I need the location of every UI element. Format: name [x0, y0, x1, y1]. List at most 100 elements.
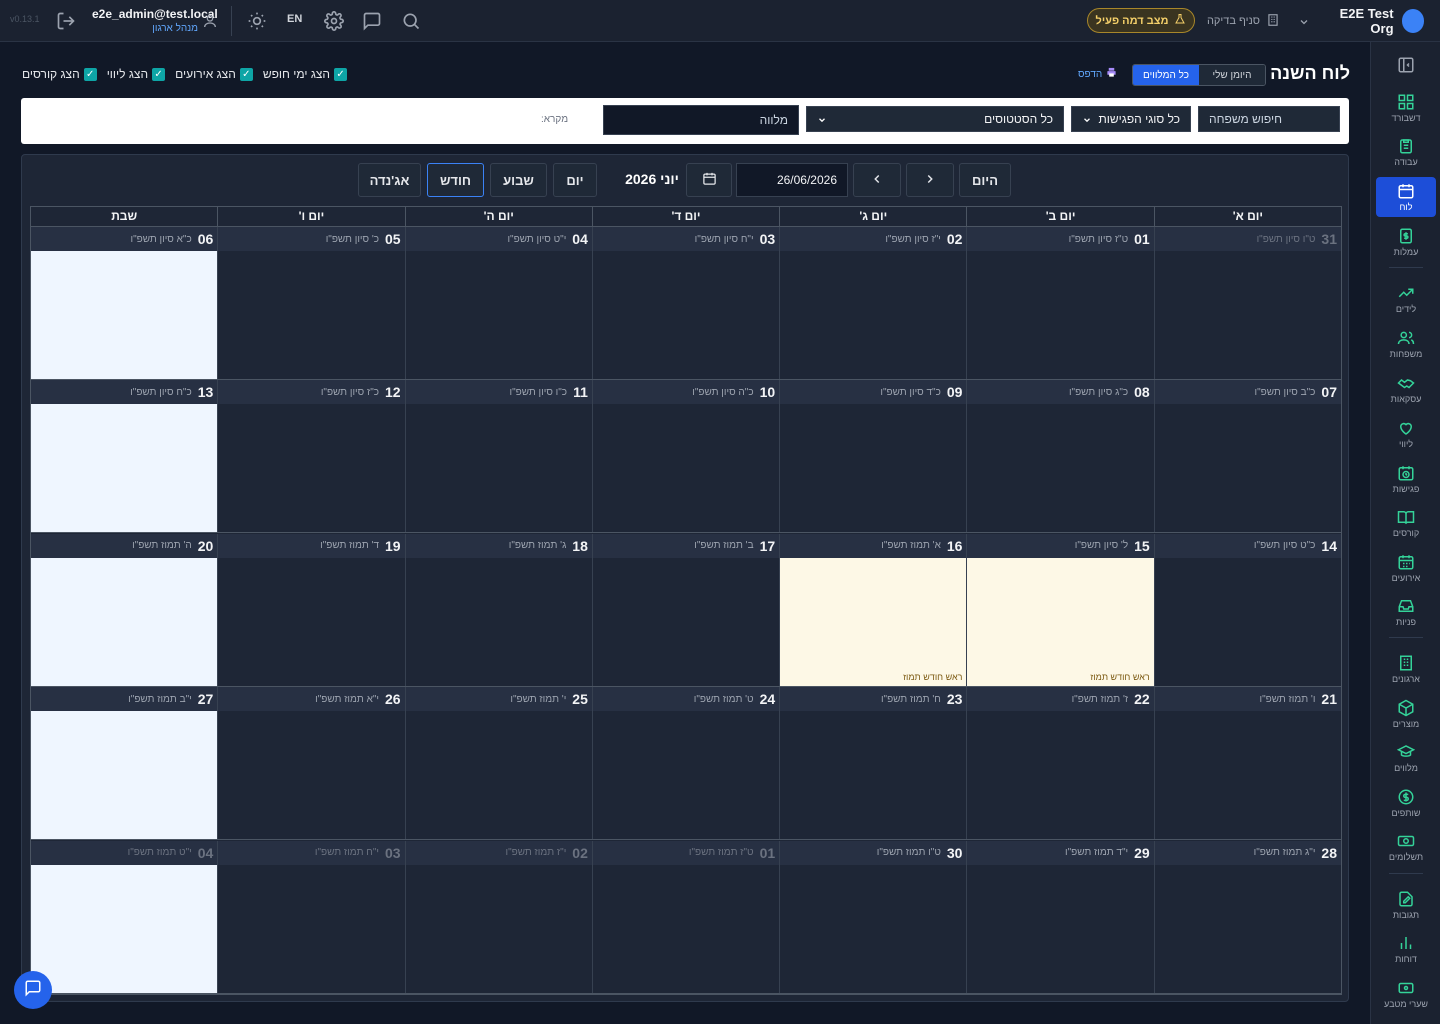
day-cell[interactable]: 22 ז' תמוז תשפ"ו: [966, 687, 1154, 840]
day-number[interactable]: 17: [760, 538, 776, 554]
day-cell-body[interactable]: [218, 251, 404, 379]
date-input[interactable]: 26/06/2026: [736, 163, 848, 197]
day-number[interactable]: 18: [572, 538, 588, 554]
day-cell-body[interactable]: ראש חודש תמוז: [967, 557, 1154, 686]
day-number[interactable]: 01: [1134, 231, 1150, 247]
search-icon[interactable]: [401, 11, 421, 31]
sidebar-item-19[interactable]: שערי מטבע: [1376, 974, 1436, 1014]
day-number[interactable]: 24: [760, 691, 776, 707]
settings-icon[interactable]: [324, 11, 344, 31]
day-number[interactable]: 07: [1321, 384, 1337, 400]
day-cell[interactable]: 31 ט"ו סיון תשפ"ו: [1153, 227, 1341, 379]
holiday-event[interactable]: ראש חודש תמוז: [1090, 672, 1149, 682]
language-toggle[interactable]: EN: [287, 13, 302, 25]
day-number[interactable]: 01: [760, 845, 776, 861]
day-number[interactable]: 13: [198, 384, 214, 400]
day-number[interactable]: 19: [385, 538, 401, 554]
day-cell[interactable]: 20 ה' תמוז תשפ"ו: [31, 533, 218, 686]
sidebar-item-6[interactable]: עסקאות: [1376, 369, 1436, 409]
day-cell[interactable]: 18 ג' תמוז תשפ"ו: [404, 533, 592, 686]
toggle-holidays[interactable]: ✓ הצג ימי חופש: [263, 67, 348, 81]
sidebar-item-15[interactable]: שותפים: [1376, 783, 1436, 823]
day-cell[interactable]: 26 י"א תמוז תשפ"ו: [217, 687, 405, 840]
day-cell[interactable]: 24 ט' תמוז תשפ"ו: [591, 687, 780, 840]
day-cell[interactable]: 02 י"ז תמוז תשפ"ו: [404, 840, 592, 993]
day-cell[interactable]: 21 ו' תמוז תשפ"ו: [1153, 687, 1341, 840]
prev-button[interactable]: [906, 163, 954, 197]
day-cell-body[interactable]: ראש חודש תמוז: [780, 557, 967, 686]
day-number[interactable]: 06: [198, 231, 214, 247]
day-number[interactable]: 23: [947, 691, 963, 707]
view-week-button[interactable]: שבוע: [490, 163, 547, 197]
day-cell-body[interactable]: [31, 404, 218, 533]
day-cell[interactable]: 10 כ"ה סיון תשפ"ו: [591, 380, 780, 533]
day-cell[interactable]: 29 י"ד תמוז תשפ"ו: [966, 840, 1154, 993]
day-number[interactable]: 25: [572, 691, 588, 707]
day-number[interactable]: 29: [1134, 845, 1150, 861]
day-cell[interactable]: 27 י"ב תמוז תשפ"ו: [31, 687, 218, 840]
next-button[interactable]: [853, 163, 901, 197]
day-number[interactable]: 10: [760, 384, 776, 400]
demo-mode-badge[interactable]: מצב דמה פעיל: [1087, 8, 1195, 33]
status-select[interactable]: כל הסטטוסים: [806, 106, 1064, 132]
day-cell-body[interactable]: [218, 865, 404, 993]
day-cell[interactable]: 19 ד' תמוז תשפ"ו: [217, 533, 405, 686]
day-cell[interactable]: 01 ט"ז סיון תשפ"ו: [966, 227, 1154, 379]
day-cell[interactable]: 03 י"ח סיון תשפ"ו: [591, 227, 780, 379]
day-cell-body[interactable]: [31, 557, 218, 686]
day-cell[interactable]: 11 כ"ו סיון תשפ"ו: [404, 380, 592, 533]
day-cell-body[interactable]: [593, 711, 779, 839]
day-cell[interactable]: 08 כ"ג סיון תשפ"ו: [966, 380, 1154, 533]
checkbox-checked-icon[interactable]: ✓: [334, 67, 348, 81]
theme-toggle-icon[interactable]: [247, 11, 267, 31]
checkbox-checked-icon[interactable]: ✓: [152, 67, 166, 81]
day-cell[interactable]: 15 ל' סיון תשפ"ו ראש חודש תמוז: [966, 533, 1154, 686]
day-number[interactable]: 26: [385, 691, 401, 707]
day-cell-body[interactable]: [406, 865, 592, 993]
day-cell-body[interactable]: [967, 711, 1153, 839]
day-cell-body[interactable]: [967, 865, 1153, 993]
day-cell[interactable]: 25 י' תמוז תשפ"ו: [404, 687, 592, 840]
day-number[interactable]: 08: [1134, 384, 1150, 400]
day-cell[interactable]: 16 א' תמוז תשפ"ו ראש חודש תמוז: [779, 533, 967, 686]
day-number[interactable]: 03: [760, 231, 776, 247]
day-cell[interactable]: 30 ט"ו תמוז תשפ"ו: [779, 840, 967, 993]
day-cell-body[interactable]: [593, 404, 779, 532]
day-cell-body[interactable]: [1155, 404, 1341, 532]
all-escorts-option[interactable]: כל המלווים: [1133, 65, 1199, 85]
day-number[interactable]: 05: [385, 231, 401, 247]
sidebar-item-16[interactable]: תשלומים: [1376, 827, 1436, 867]
sidebar-item-3[interactable]: עמלות: [1376, 222, 1436, 262]
day-cell-body[interactable]: [1155, 251, 1341, 379]
day-cell-body[interactable]: [593, 865, 779, 993]
sidebar-item-8[interactable]: פגישות: [1376, 459, 1436, 499]
sidebar-item-9[interactable]: קורסים: [1376, 503, 1436, 543]
view-month-button[interactable]: חודש: [427, 163, 484, 197]
toggle-courses[interactable]: ✓ הצג קורסים: [22, 67, 97, 81]
day-cell[interactable]: 17 ב' תמוז תשפ"ו: [591, 533, 780, 686]
sidebar-item-2[interactable]: לוח: [1376, 177, 1436, 217]
day-cell-body[interactable]: [780, 251, 966, 379]
chat-button[interactable]: [14, 971, 52, 1009]
day-cell[interactable]: 14 כ"ט סיון תשפ"ו: [1153, 533, 1341, 686]
day-cell[interactable]: 04 י"ט סיון תשפ"ו: [404, 227, 592, 379]
holiday-event[interactable]: ראש חודש תמוז: [903, 672, 962, 682]
toggle-escort[interactable]: ✓ הצג ליווי: [107, 67, 166, 81]
checkbox-checked-icon[interactable]: ✓: [239, 67, 253, 81]
day-cell[interactable]: 07 כ"ב סיון תשפ"ו: [1153, 380, 1341, 533]
view-day-button[interactable]: יום: [553, 163, 597, 197]
day-number[interactable]: 15: [1134, 538, 1150, 554]
day-cell-body[interactable]: [31, 864, 218, 993]
day-cell-body[interactable]: [593, 558, 779, 686]
day-cell[interactable]: 04 י"ט תמוז תשפ"ו: [31, 840, 218, 993]
print-link[interactable]: הדפס: [1078, 67, 1117, 81]
logout-icon[interactable]: [56, 11, 76, 31]
day-cell[interactable]: 13 כ"ח סיון תשפ"ו: [31, 380, 218, 533]
org-selector[interactable]: E2E Test Org: [1298, 6, 1424, 36]
branch-selector[interactable]: סניף בדיקה: [1206, 12, 1280, 30]
day-number[interactable]: 20: [198, 538, 214, 554]
messages-icon[interactable]: [362, 11, 382, 31]
day-cell-body[interactable]: [593, 251, 779, 379]
day-number[interactable]: 04: [198, 845, 214, 861]
meeting-type-select[interactable]: כל סוגי הפגישות: [1071, 106, 1191, 132]
